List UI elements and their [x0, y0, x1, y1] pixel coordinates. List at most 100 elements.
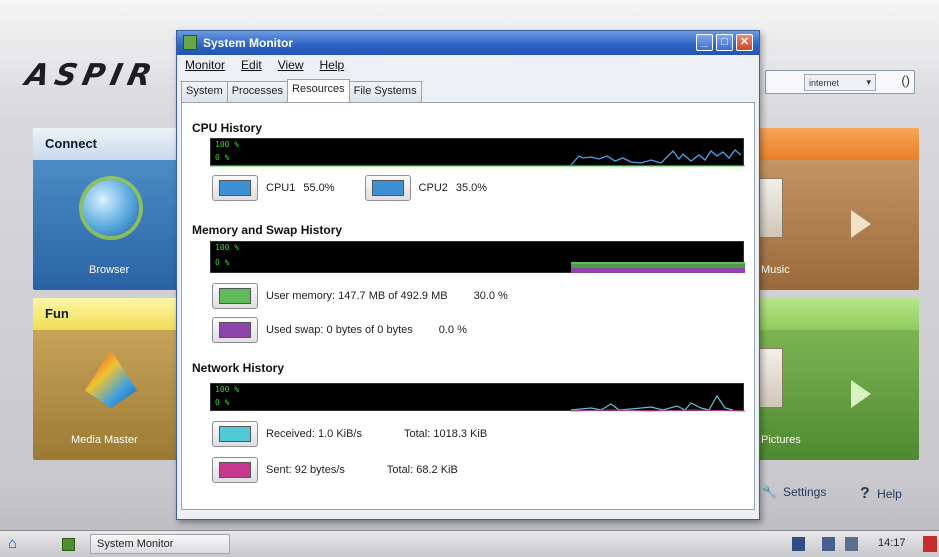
tile-browser-label: Browser — [89, 264, 130, 276]
window-title: System Monitor — [203, 36, 294, 50]
sent-swatch — [219, 462, 251, 478]
settings-label: Settings — [782, 485, 827, 499]
browser-globe-icon — [83, 180, 139, 236]
swap-text: Used swap: 0 bytes of 0 bytes — [266, 324, 413, 336]
system-monitor-icon[interactable] — [62, 538, 75, 551]
memory-history-plot — [571, 262, 745, 273]
taskbar-task-system-monitor[interactable]: System Monitor — [90, 534, 230, 554]
cpu-history-graph: 100 % 0 % — [210, 138, 745, 167]
user-memory-legend: User memory: 147.7 MB of 492.9 MB 30.0 % — [212, 283, 508, 309]
cpu-history-title: CPU History — [192, 121, 263, 135]
close-button[interactable]: ✕ — [736, 34, 753, 51]
media-master-icon — [85, 350, 137, 408]
minimize-button[interactable]: _ — [696, 34, 713, 51]
tile-music[interactable]: Music — [757, 128, 919, 290]
desktop-search-box[interactable]: internet ▾ () — [765, 70, 915, 94]
maximize-button[interactable]: □ — [716, 34, 733, 51]
cpu-legend: CPU1 55.0% CPU2 35.0% — [212, 175, 487, 201]
pictures-thumbnails-icon — [757, 348, 783, 408]
menu-help[interactable]: Help — [320, 58, 345, 76]
search-category-value: internet — [809, 77, 840, 88]
question-icon: ? — [860, 485, 870, 502]
received-line — [570, 394, 734, 411]
tile-pictures-header — [757, 298, 919, 330]
menu-view[interactable]: View — [278, 58, 304, 76]
memory-history-title: Memory and Swap History — [192, 223, 343, 237]
cpu1-swatch — [219, 180, 251, 196]
tab-bar: System Processes Resources File Systems — [181, 79, 422, 103]
music-thumbnails-icon — [757, 178, 783, 238]
swap-legend: Used swap: 0 bytes of 0 bytes 0.0 % — [212, 317, 467, 343]
tile-music-header — [757, 128, 919, 160]
received-swatch — [219, 426, 251, 442]
cpu-line — [570, 149, 742, 166]
user-memory-color-button[interactable] — [212, 283, 258, 309]
swap-color-button[interactable] — [212, 317, 258, 343]
cpu1-label: CPU1 — [266, 182, 296, 194]
received-color-button[interactable] — [212, 421, 258, 447]
search-go-button[interactable]: () — [901, 73, 910, 88]
tile-connect[interactable]: Connect Browser — [33, 128, 183, 290]
sent-line — [570, 409, 745, 412]
system-monitor-window: System Monitor _ □ ✕ Monitor Edit View H… — [176, 30, 760, 520]
tile-fun-header: Fun — [33, 298, 183, 330]
battery-icon[interactable] — [822, 537, 835, 551]
desktop-help-link[interactable]: ? Help — [860, 485, 902, 503]
menu-monitor[interactable]: Monitor — [185, 58, 225, 76]
chevron-down-icon: ▾ — [866, 77, 871, 87]
tile-fun-body: Media Master — [33, 330, 183, 460]
play-arrow-icon — [851, 210, 871, 238]
taskbar: ⌂ System Monitor 14:17 — [0, 530, 939, 557]
tile-music-label: Music — [761, 264, 790, 276]
tab-resources[interactable]: Resources — [287, 79, 350, 103]
volume-icon[interactable] — [845, 537, 858, 551]
tab-system[interactable]: System — [181, 81, 228, 103]
sent-text: Sent: 92 bytes/s — [266, 464, 345, 476]
tile-music-body: Music — [757, 160, 919, 290]
clock[interactable]: 14:17 — [878, 537, 906, 549]
network-icon[interactable] — [792, 537, 805, 551]
brand-logo: ASPIR — [22, 58, 161, 93]
tab-processes[interactable]: Processes — [226, 81, 289, 103]
tile-pictures-label: Pictures — [761, 434, 801, 446]
tile-connect-body: Browser — [33, 160, 183, 290]
cpu1-value: 55.0% — [303, 182, 335, 194]
user-memory-fill — [571, 264, 745, 268]
app-icon — [183, 35, 197, 50]
network-history-graph: 100 % 0 % — [210, 383, 745, 412]
user-memory-text: User memory: 147.7 MB of 492.9 MB — [266, 290, 448, 302]
tile-pictures[interactable]: Pictures — [757, 298, 919, 460]
cpu2-label: CPU2 — [418, 182, 448, 194]
tile-fun[interactable]: Fun Media Master — [33, 298, 183, 460]
cpu2-value: 35.0% — [455, 182, 488, 194]
sent-legend: Sent: 92 bytes/s Total: 68.2 KiB — [212, 457, 458, 483]
swap-fill — [571, 268, 745, 273]
wrench-icon: 🔧 — [762, 485, 777, 499]
help-label: Help — [877, 487, 902, 501]
cpu2-color-button[interactable] — [364, 175, 411, 201]
swap-swatch — [219, 322, 251, 338]
received-total: Total: 1018.3 KiB — [404, 428, 488, 440]
alert-icon[interactable] — [923, 536, 937, 552]
tile-pictures-body: Pictures — [757, 330, 919, 460]
menu-edit[interactable]: Edit — [241, 58, 262, 76]
sent-total: Total: 68.2 KiB — [386, 464, 458, 476]
window-titlebar[interactable]: System Monitor _ □ ✕ — [177, 31, 759, 55]
resources-panel: CPU History 100 % 0 % CPU1 55.0% CPU2 35… — [181, 102, 755, 510]
play-arrow-icon — [851, 380, 871, 408]
cpu1-color-button[interactable] — [212, 175, 258, 201]
tile-connect-header: Connect — [33, 128, 183, 160]
network-history-title: Network History — [192, 361, 285, 375]
search-category-dropdown[interactable]: internet ▾ — [804, 74, 876, 91]
tile-media-master-label: Media Master — [71, 434, 138, 446]
received-text: Received: 1.0 KiB/s — [266, 428, 362, 440]
received-legend: Received: 1.0 KiB/s Total: 1018.3 KiB — [212, 421, 487, 447]
desktop-settings-link[interactable]: 🔧 Settings — [762, 485, 826, 499]
tab-file-systems[interactable]: File Systems — [348, 81, 422, 103]
cpu2-swatch — [371, 180, 404, 196]
menubar: Monitor Edit View Help — [185, 58, 344, 76]
cpu-history-plot — [211, 149, 745, 167]
sent-color-button[interactable] — [212, 457, 258, 483]
user-memory-swatch — [219, 288, 251, 304]
home-icon[interactable]: ⌂ — [8, 535, 28, 553]
